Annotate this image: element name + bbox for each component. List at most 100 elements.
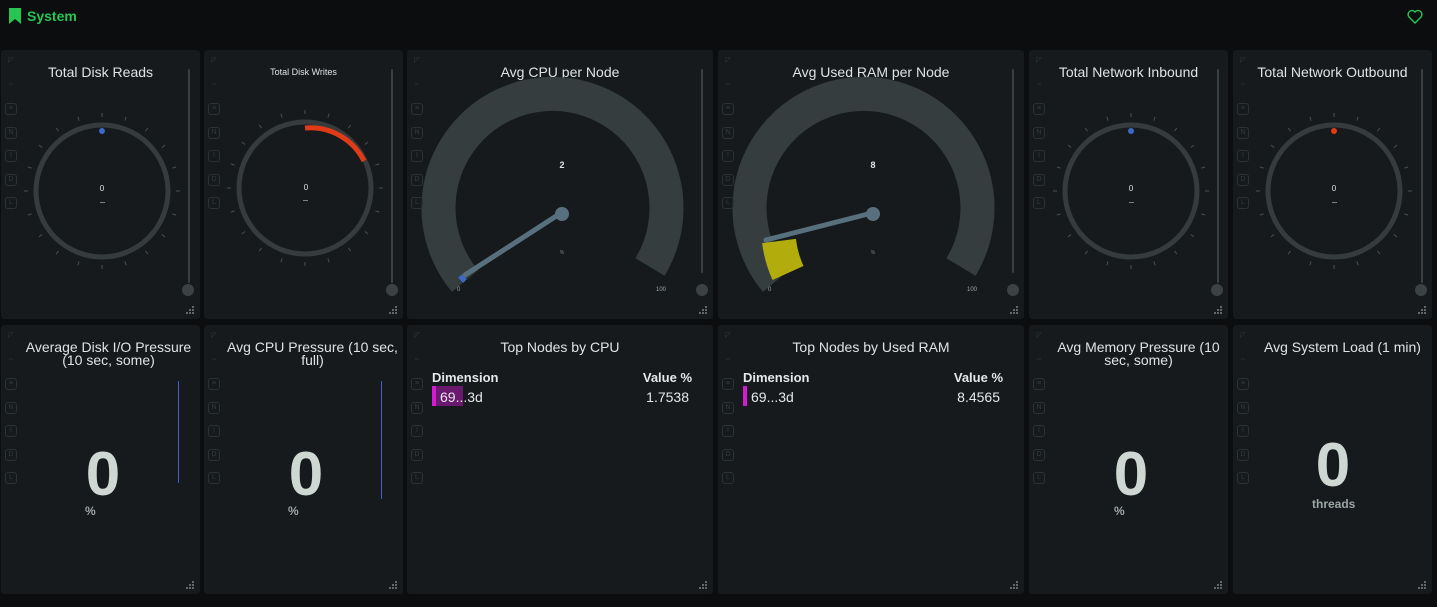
- download-icon[interactable]: D: [5, 173, 17, 186]
- zoom-icon[interactable]: ≡: [722, 378, 734, 390]
- normalize-icon[interactable]: N: [208, 126, 220, 139]
- section-title[interactable]: System: [9, 8, 77, 24]
- normalize-icon[interactable]: N: [1237, 126, 1249, 139]
- info-icon[interactable]: I: [1033, 425, 1045, 437]
- zoom-icon[interactable]: ≡: [5, 378, 17, 390]
- pin-icon[interactable]: ◸: [208, 56, 220, 68]
- zoom-icon[interactable]: ≡: [5, 103, 17, 115]
- download-icon[interactable]: D: [411, 173, 423, 186]
- pan-icon[interactable]: ⇔: [1237, 80, 1249, 92]
- resize-handle-icon[interactable]: [698, 305, 708, 315]
- zoom-icon[interactable]: ≡: [1237, 103, 1249, 115]
- pan-icon[interactable]: ⇔: [722, 355, 734, 367]
- column-dimension[interactable]: Dimension: [743, 370, 809, 385]
- download-icon[interactable]: D: [208, 448, 220, 461]
- resize-handle-icon[interactable]: [1213, 305, 1223, 315]
- legend-icon[interactable]: L: [1033, 197, 1045, 209]
- info-icon[interactable]: I: [208, 425, 220, 437]
- pan-icon[interactable]: ⇔: [1237, 355, 1249, 367]
- info-icon[interactable]: I: [5, 425, 17, 437]
- normalize-icon[interactable]: N: [411, 401, 423, 414]
- download-icon[interactable]: D: [722, 173, 734, 186]
- vertical-scroll[interactable]: [1012, 69, 1014, 273]
- pin-icon[interactable]: ◸: [208, 331, 220, 343]
- download-icon[interactable]: D: [722, 448, 734, 461]
- pin-icon[interactable]: ◸: [5, 331, 17, 343]
- pin-icon[interactable]: ◸: [1033, 56, 1045, 68]
- legend-icon[interactable]: L: [411, 197, 423, 209]
- legend-icon[interactable]: L: [208, 197, 220, 209]
- pan-icon[interactable]: ⇔: [411, 80, 423, 92]
- download-icon[interactable]: D: [1237, 173, 1249, 186]
- download-icon[interactable]: D: [5, 448, 17, 461]
- resize-handle-icon[interactable]: [388, 305, 398, 315]
- gear-icon[interactable]: [1415, 284, 1427, 296]
- legend-icon[interactable]: L: [411, 472, 423, 484]
- row-dimension[interactable]: 69...3d: [440, 389, 483, 405]
- normalize-icon[interactable]: N: [722, 126, 734, 139]
- download-icon[interactable]: D: [411, 448, 423, 461]
- pin-icon[interactable]: ◸: [1033, 331, 1045, 343]
- legend-icon[interactable]: L: [1237, 197, 1249, 209]
- gear-icon[interactable]: [696, 284, 708, 296]
- pin-icon[interactable]: ◸: [411, 331, 423, 343]
- vertical-scroll[interactable]: [178, 381, 179, 483]
- column-value[interactable]: Value %: [954, 370, 1003, 385]
- vertical-scroll[interactable]: [391, 69, 393, 283]
- legend-icon[interactable]: L: [722, 197, 734, 209]
- download-icon[interactable]: D: [1033, 448, 1045, 461]
- normalize-icon[interactable]: N: [1237, 401, 1249, 414]
- info-icon[interactable]: I: [1237, 150, 1249, 162]
- vertical-scroll[interactable]: [1421, 69, 1423, 283]
- pin-icon[interactable]: ◸: [5, 56, 17, 68]
- resize-handle-icon[interactable]: [1417, 580, 1427, 590]
- column-dimension[interactable]: Dimension: [432, 370, 498, 385]
- resize-handle-icon[interactable]: [698, 580, 708, 590]
- resize-handle-icon[interactable]: [1417, 305, 1427, 315]
- info-icon[interactable]: I: [5, 150, 17, 162]
- normalize-icon[interactable]: N: [722, 401, 734, 414]
- download-icon[interactable]: D: [1237, 448, 1249, 461]
- resize-handle-icon[interactable]: [1009, 305, 1019, 315]
- legend-icon[interactable]: L: [1237, 472, 1249, 484]
- pan-icon[interactable]: ⇔: [5, 80, 17, 92]
- download-icon[interactable]: D: [208, 173, 220, 186]
- info-icon[interactable]: I: [722, 150, 734, 162]
- pin-icon[interactable]: ◸: [1237, 56, 1249, 68]
- pan-icon[interactable]: ⇔: [1033, 355, 1045, 367]
- legend-icon[interactable]: L: [208, 472, 220, 484]
- normalize-icon[interactable]: N: [1033, 126, 1045, 139]
- pan-icon[interactable]: ⇔: [208, 355, 220, 367]
- heart-icon[interactable]: [1407, 9, 1423, 24]
- zoom-icon[interactable]: ≡: [411, 378, 423, 390]
- zoom-icon[interactable]: ≡: [1033, 103, 1045, 115]
- download-icon[interactable]: D: [1033, 173, 1045, 186]
- zoom-icon[interactable]: ≡: [1033, 378, 1045, 390]
- gear-icon[interactable]: [182, 284, 194, 296]
- pan-icon[interactable]: ⇔: [208, 80, 220, 92]
- zoom-icon[interactable]: ≡: [1237, 378, 1249, 390]
- info-icon[interactable]: I: [208, 150, 220, 162]
- legend-icon[interactable]: L: [1033, 472, 1045, 484]
- vertical-scroll[interactable]: [188, 69, 190, 283]
- legend-icon[interactable]: L: [5, 197, 17, 209]
- gear-icon[interactable]: [386, 284, 398, 296]
- pin-icon[interactable]: ◸: [722, 56, 734, 68]
- gear-icon[interactable]: [1007, 284, 1019, 296]
- pin-icon[interactable]: ◸: [411, 56, 423, 68]
- resize-handle-icon[interactable]: [1009, 580, 1019, 590]
- pin-icon[interactable]: ◸: [722, 331, 734, 343]
- info-icon[interactable]: I: [1237, 425, 1249, 437]
- info-icon[interactable]: I: [411, 425, 423, 437]
- legend-icon[interactable]: L: [722, 472, 734, 484]
- resize-handle-icon[interactable]: [185, 580, 195, 590]
- pan-icon[interactable]: ⇔: [1033, 80, 1045, 92]
- pan-icon[interactable]: ⇔: [5, 355, 17, 367]
- info-icon[interactable]: I: [722, 425, 734, 437]
- normalize-icon[interactable]: N: [5, 126, 17, 139]
- zoom-icon[interactable]: ≡: [208, 103, 220, 115]
- gear-icon[interactable]: [1211, 284, 1223, 296]
- pin-icon[interactable]: ◸: [1237, 331, 1249, 343]
- zoom-icon[interactable]: ≡: [722, 103, 734, 115]
- resize-handle-icon[interactable]: [185, 305, 195, 315]
